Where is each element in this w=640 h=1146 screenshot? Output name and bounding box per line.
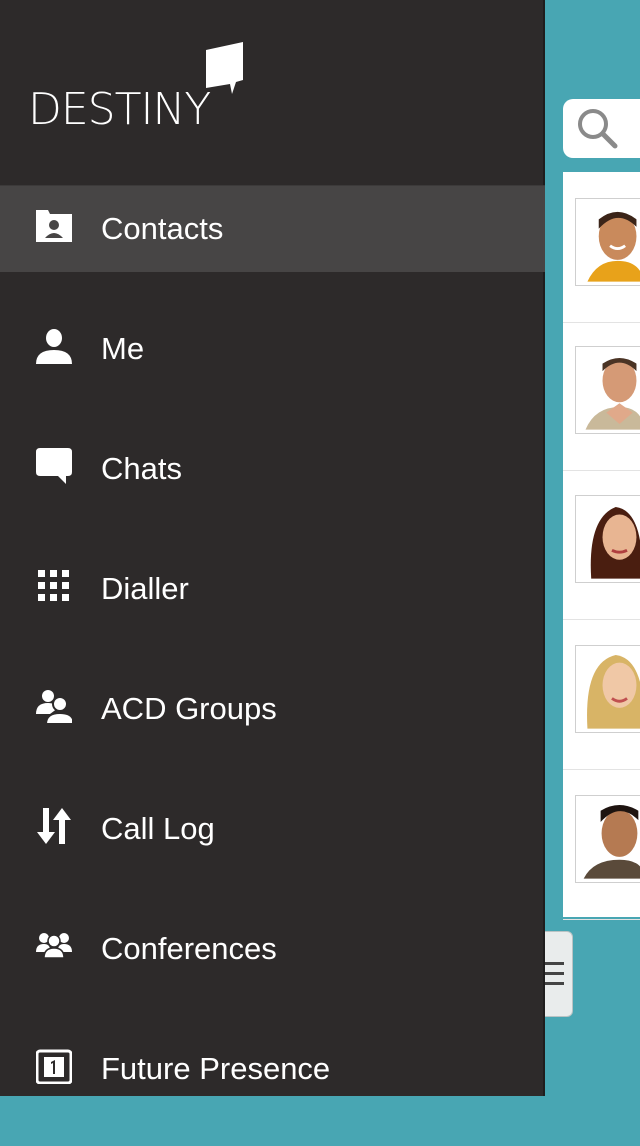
up-down-arrows-icon: [37, 808, 71, 844]
contacts-icon: [36, 210, 72, 242]
contact-row[interactable]: [563, 320, 640, 471]
contact-avatar: [575, 795, 640, 883]
menu-item-label: Future Presence: [101, 1051, 331, 1086]
logo-text: DESTINY: [28, 84, 211, 135]
drawer-menu: Contacts Me Chats Dialler ACD Groups Cal…: [0, 185, 545, 1146]
contacts-screen: [543, 0, 640, 1096]
menu-item-label: Contacts: [101, 211, 224, 246]
logo-flag-icon: [206, 42, 243, 94]
contact-list: [563, 172, 640, 920]
menu-item-label: Chats: [101, 451, 182, 486]
conference-icon: [36, 933, 72, 959]
contact-avatar: [575, 198, 640, 286]
menu-item-future-presence[interactable]: Future Presence: [0, 1026, 545, 1146]
keypad-icon: [38, 570, 69, 601]
menu-item-label: Call Log: [101, 811, 215, 846]
chat-bubble-icon: [36, 448, 72, 484]
contact-row[interactable]: [563, 619, 640, 770]
menu-item-call-log[interactable]: Call Log: [0, 786, 545, 906]
destiny-logo: DESTINY: [28, 42, 248, 132]
menu-item-conferences[interactable]: Conferences: [0, 906, 545, 1026]
menu-item-chats[interactable]: Chats: [0, 426, 545, 546]
search-icon: [578, 109, 618, 149]
menu-item-acd-groups[interactable]: ACD Groups: [0, 666, 545, 786]
group-icon: [36, 690, 72, 724]
contact-avatar: [575, 495, 640, 583]
menu-item-me[interactable]: Me: [0, 306, 545, 426]
contact-avatar: [575, 346, 640, 434]
menu-item-label: Me: [101, 331, 145, 366]
menu-item-contacts[interactable]: Contacts: [0, 185, 545, 272]
person-icon: [36, 329, 72, 364]
contact-row[interactable]: [563, 469, 640, 620]
contact-row[interactable]: [563, 769, 640, 920]
menu-item-label: Conferences: [101, 931, 277, 966]
drawer-handle[interactable]: [543, 931, 573, 1017]
navigation-drawer: DESTINY Contacts Me Chats Dialler ACD Gr…: [0, 0, 545, 1096]
search-input[interactable]: [563, 99, 640, 158]
menu-item-label: ACD Groups: [101, 691, 277, 726]
menu-item-dialler[interactable]: Dialler: [0, 546, 545, 666]
contact-avatar: [575, 645, 640, 733]
menu-item-label: Dialler: [101, 571, 189, 606]
calendar-icon: [36, 1049, 72, 1084]
contact-row[interactable]: [563, 172, 640, 323]
